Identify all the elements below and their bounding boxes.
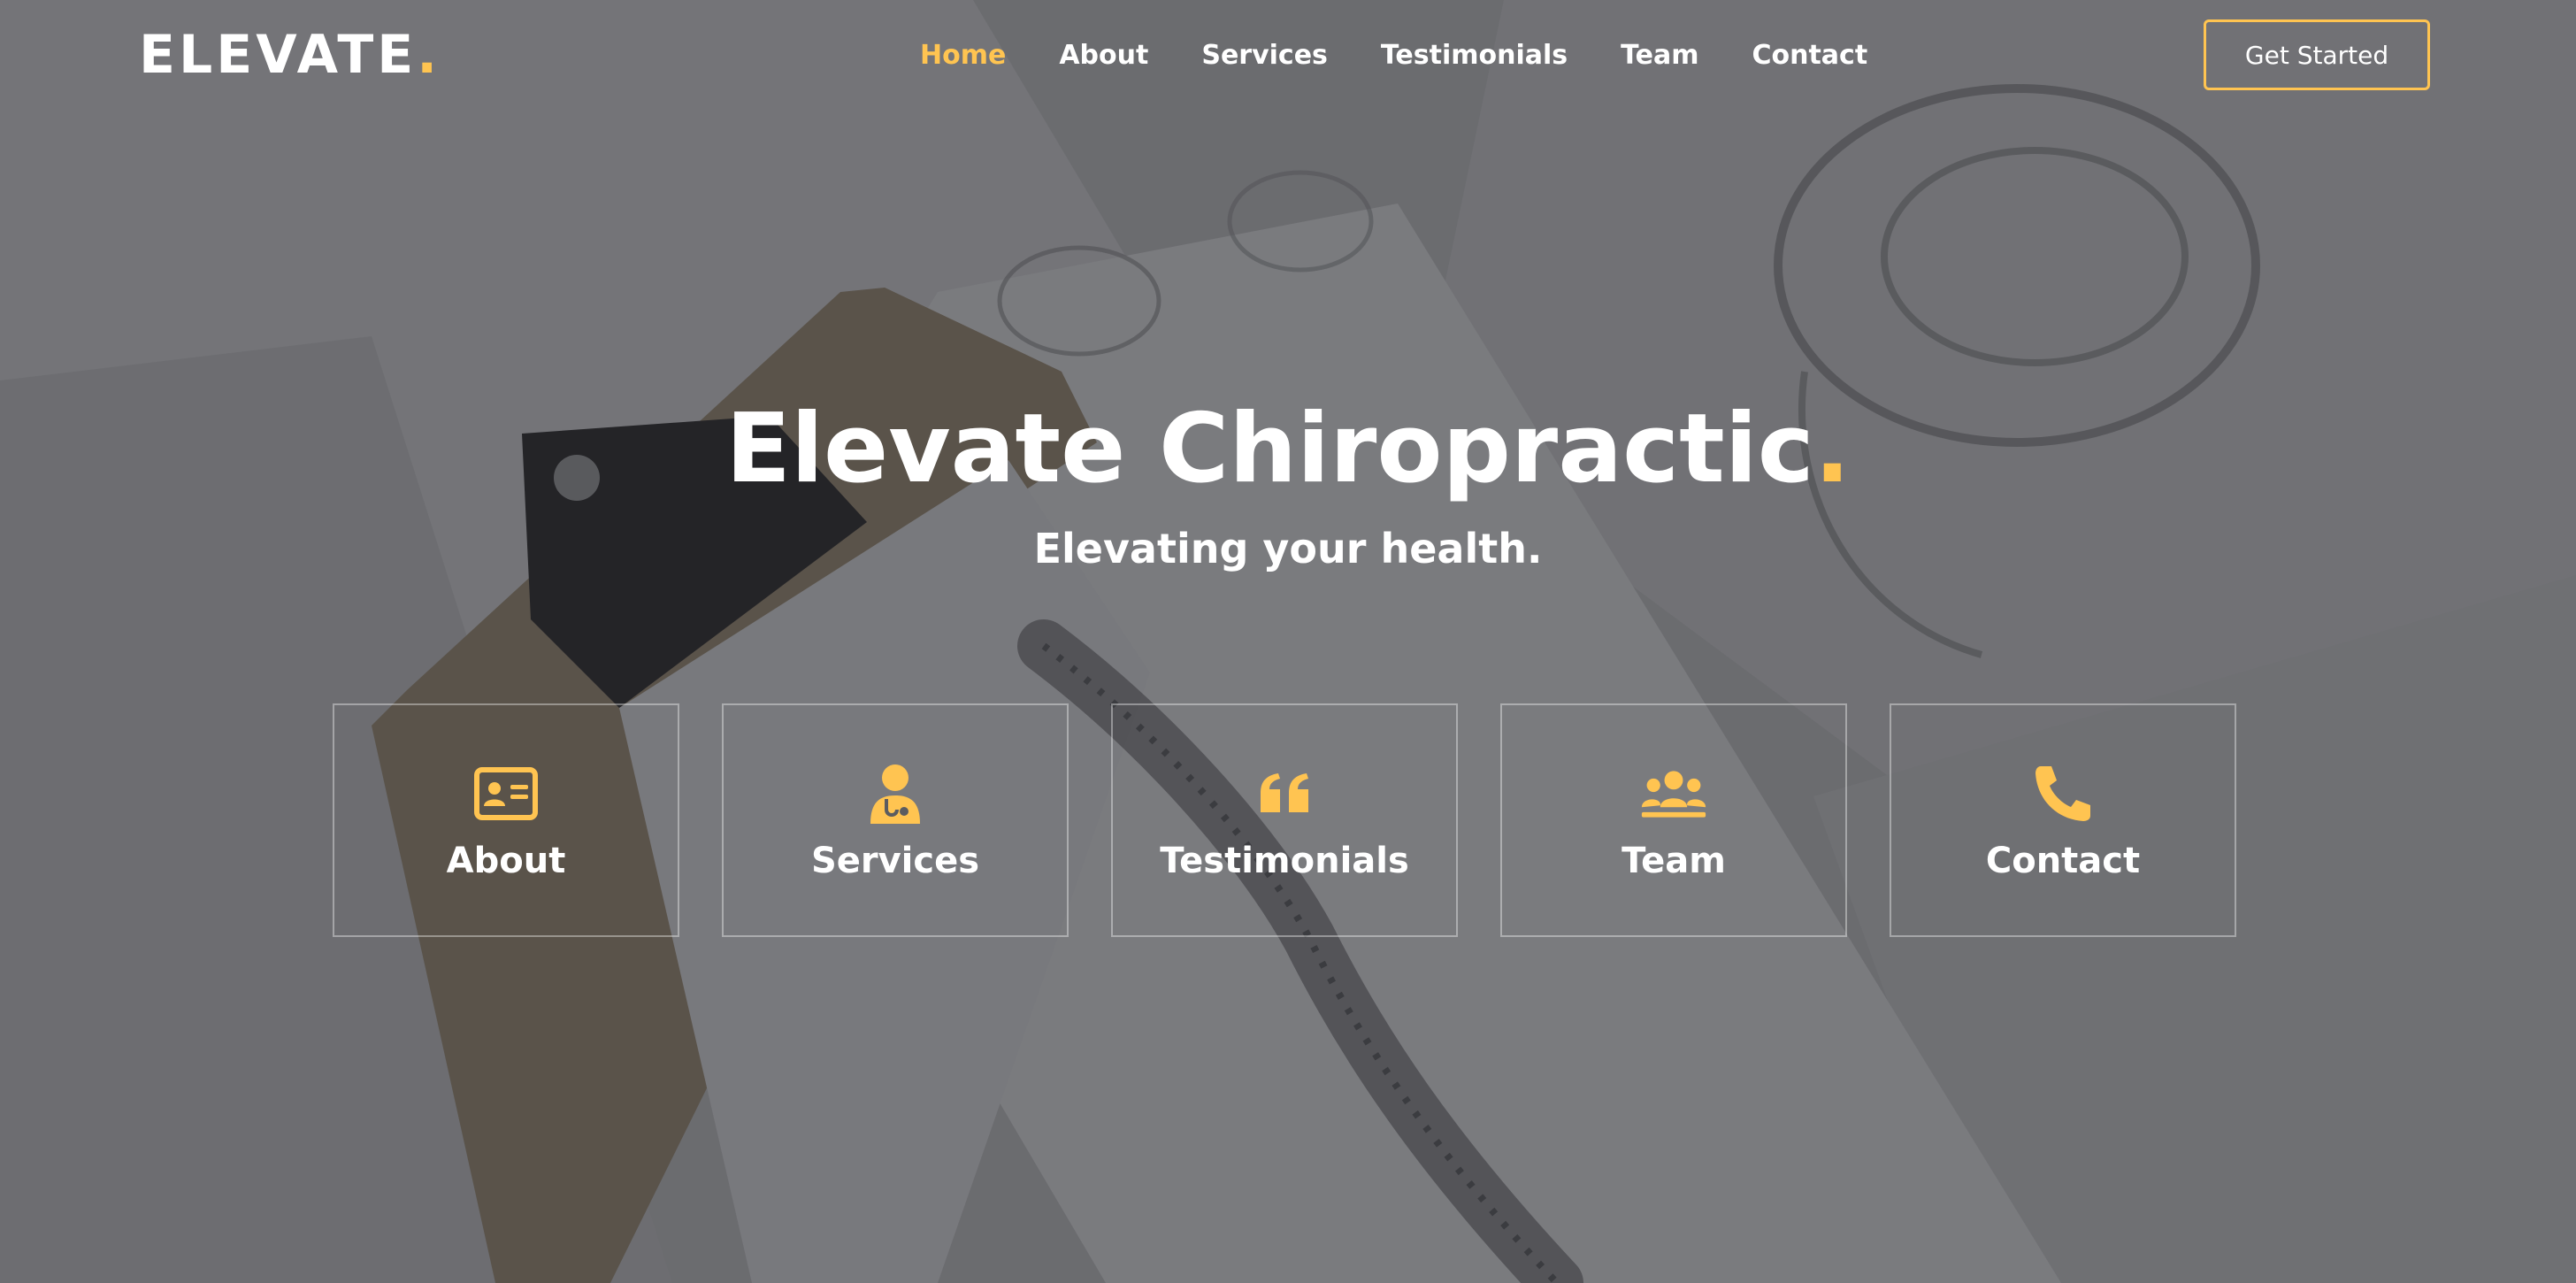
nav-item-about: About [1032, 31, 1175, 80]
hero-title: Elevate Chiropractic. [0, 388, 2576, 511]
logo-dot: . [417, 24, 441, 86]
icon-box-services[interactable]: Services [722, 703, 1069, 937]
hero-subtitle: Elevating your health. [1033, 525, 1543, 572]
hero-dark-overlay [0, 0, 2576, 1283]
nav-link-services[interactable]: Services [1175, 31, 1354, 80]
nav-item-home: Home [893, 31, 1032, 80]
icon-box-team[interactable]: Team [1500, 703, 1847, 937]
get-started-button[interactable]: Get Started [2204, 19, 2430, 90]
nav-item-services: Services [1175, 31, 1354, 80]
icon-box-contact[interactable]: Contact [1890, 703, 2236, 937]
id-card-icon [472, 760, 540, 827]
people-group-icon [1640, 760, 1707, 827]
nav-link-home[interactable]: Home [893, 31, 1032, 80]
icon-box-label: Team [1622, 841, 1726, 881]
icon-box-label: Services [810, 841, 980, 881]
icon-box-row: About Services Testimonials Team Contact [333, 703, 2236, 937]
hero-title-dot: . [1813, 394, 1851, 504]
doctor-icon [862, 760, 929, 827]
nav-link-contact[interactable]: Contact [1725, 31, 1894, 80]
nav-link-testimonials[interactable]: Testimonials [1354, 31, 1594, 80]
phone-icon [2029, 760, 2097, 827]
quote-icon [1251, 760, 1318, 827]
nav-item-contact: Contact [1725, 31, 1894, 80]
icon-box-label: Contact [1985, 841, 2141, 881]
nav-link-team[interactable]: Team [1594, 31, 1725, 80]
logo-text: ELEVATE [139, 24, 418, 86]
hero-title-text: Elevate Chiropractic [725, 394, 1814, 504]
icon-box-label: About [446, 841, 566, 881]
site-logo[interactable]: ELEVATE. [139, 19, 441, 90]
nav-item-team: Team [1594, 31, 1725, 80]
nav-list: Home About Services Testimonials Team Co… [893, 27, 1894, 83]
icon-box-testimonials[interactable]: Testimonials [1111, 703, 1458, 937]
icon-box-about[interactable]: About [333, 703, 679, 937]
icon-box-label: Testimonials [1160, 841, 1409, 881]
site-header: ELEVATE. Home About Services Testimonial… [0, 0, 2576, 110]
nav-item-testimonials: Testimonials [1354, 31, 1594, 80]
nav-link-about[interactable]: About [1032, 31, 1175, 80]
